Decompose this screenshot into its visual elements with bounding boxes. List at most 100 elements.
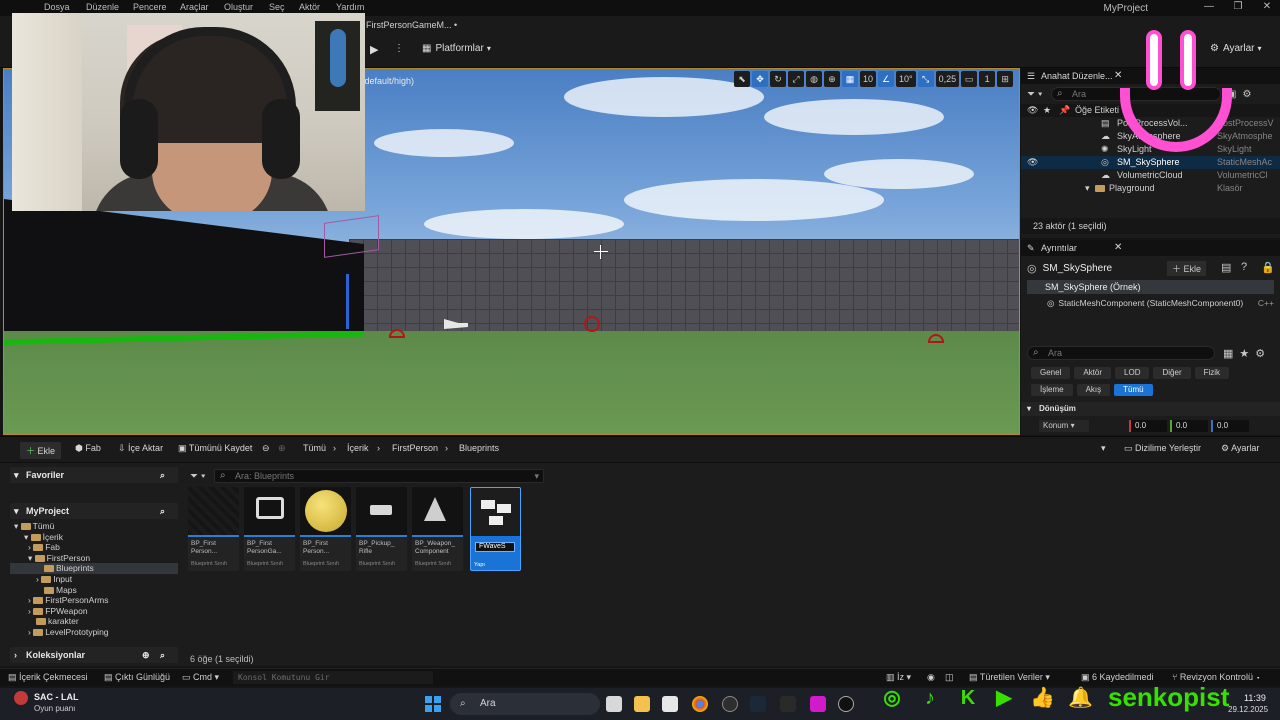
- asset-search-input[interactable]: ⌕ Ara: Blueprints ▾: [214, 469, 544, 483]
- instance-row[interactable]: SM_SkySphere (Örnek): [1027, 280, 1274, 294]
- search-icon[interactable]: ⌕: [160, 467, 165, 483]
- help-icon[interactable]: ?: [1241, 261, 1247, 273]
- gear-icon[interactable]: ⚙: [1242, 89, 1251, 100]
- menu-file[interactable]: Dosya: [44, 2, 70, 12]
- console-input[interactable]: Konsol Komutunu Gir: [233, 671, 433, 684]
- transform-section[interactable]: ▾ Dönüşüm: [1021, 402, 1280, 416]
- add-component-button[interactable]: ＋ Ekle: [1167, 261, 1207, 276]
- windows-start-icon[interactable]: [425, 696, 441, 712]
- translate-icon[interactable]: ✥: [752, 71, 768, 87]
- select-mode-icon[interactable]: ⬉: [734, 71, 750, 87]
- minimize-icon[interactable]: —: [1198, 1, 1220, 12]
- favorites-section[interactable]: ▾ Favoriler ⌕: [10, 467, 178, 483]
- surface-snap-icon[interactable]: ⊕: [824, 71, 840, 87]
- weather-title[interactable]: SAC - LAL: [34, 692, 79, 702]
- location-z-field[interactable]: 0.0: [1211, 420, 1249, 432]
- star-icon[interactable]: ★: [1239, 347, 1249, 360]
- asset-tile-selected[interactable]: FWaveS Yapı: [470, 487, 521, 571]
- folder-row[interactable]: › LevelPrototyping: [10, 627, 178, 638]
- rotate-icon[interactable]: ↻: [770, 71, 786, 87]
- eye-icon[interactable]: 👁: [1027, 104, 1038, 117]
- add-button[interactable]: ＋ Ekle: [20, 442, 62, 459]
- scale-icon[interactable]: ⤢: [788, 71, 804, 87]
- store-icon[interactable]: [662, 696, 678, 712]
- category-physics[interactable]: Fizik: [1194, 367, 1230, 379]
- breadcrumb-firstperson[interactable]: FirstPerson: [392, 443, 438, 453]
- category-rendering[interactable]: İşleme: [1031, 384, 1073, 396]
- folder-row[interactable]: karakter: [10, 616, 178, 627]
- menu-tools[interactable]: Araçlar: [180, 2, 209, 12]
- maximize-icon[interactable]: ❐: [1227, 1, 1249, 12]
- actor-name[interactable]: SM_SkySphere: [1043, 263, 1112, 274]
- trace-button[interactable]: ▥ İz ▾: [886, 672, 911, 683]
- close-icon[interactable]: ✕: [1114, 240, 1122, 256]
- details-search-input[interactable]: ⌕ Ara: [1027, 346, 1215, 360]
- import-button[interactable]: ⇩ İçe Aktar: [118, 443, 163, 454]
- more-options-icon[interactable]: ⋮: [394, 43, 404, 54]
- location-dropdown[interactable]: Konum ▾: [1039, 420, 1089, 432]
- folder-row[interactable]: Maps: [10, 585, 178, 596]
- play-icon[interactable]: ▶: [370, 43, 384, 57]
- filter-icon[interactable]: ⏷ ▾: [190, 471, 214, 482]
- asset-tile[interactable]: BP_Pickup_ Rifle Blueprint Sınıfı: [356, 487, 407, 571]
- scale-snap-value[interactable]: 0,25: [935, 71, 960, 87]
- location-x-field[interactable]: 0.0: [1129, 420, 1167, 432]
- forward-icon[interactable]: ⊕: [278, 443, 286, 454]
- app-icon[interactable]: [810, 696, 826, 712]
- rotation-snap-icon[interactable]: ∠: [878, 71, 895, 87]
- viewport-layout-icon[interactable]: ⊞: [997, 71, 1014, 87]
- folder-row[interactable]: ▾ İçerik: [10, 532, 178, 543]
- category-all[interactable]: Tümü: [1114, 384, 1153, 396]
- close-icon[interactable]: ✕: [1256, 1, 1278, 12]
- chevron-down-icon[interactable]: ▾: [1085, 182, 1090, 195]
- derived-data-button[interactable]: ▤ Türetilen Veriler ▾: [969, 672, 1050, 683]
- folder-row[interactable]: › FirstPersonArms: [10, 595, 178, 606]
- taskbar-search[interactable]: ⌕ Ara: [450, 693, 600, 715]
- asset-tile[interactable]: BP_First PersonGa... Blueprint Sınıfı: [244, 487, 295, 571]
- fab-button[interactable]: ⬢ Fab: [75, 443, 101, 454]
- target-actor[interactable]: [389, 329, 405, 338]
- lock-icon[interactable]: 🔒: [1261, 261, 1275, 274]
- component-row[interactable]: ◎ StaticMeshComponent (StaticMeshComponen…: [1027, 296, 1274, 310]
- folder-row[interactable]: ▾ FirstPerson: [10, 553, 178, 564]
- folder-row-selected[interactable]: Blueprints: [10, 563, 178, 574]
- epic-games-icon[interactable]: [780, 696, 796, 712]
- obs-icon[interactable]: [722, 696, 738, 712]
- unreal-engine-icon[interactable]: [838, 696, 854, 712]
- chevron-down-icon[interactable]: ▾: [1101, 443, 1106, 454]
- asset-tile[interactable]: BP_First Person... Blueprint Sınıfı: [188, 487, 239, 571]
- scale-snap-icon[interactable]: ⤡: [917, 71, 934, 87]
- camera-speed-icon[interactable]: ▭: [961, 71, 978, 87]
- menu-window[interactable]: Pencere: [133, 2, 167, 12]
- folder-row[interactable]: › Input: [10, 574, 178, 585]
- asset-tile[interactable]: BP_Weapon_ Component Blueprint Sınıfı: [412, 487, 463, 571]
- file-explorer-icon[interactable]: [634, 696, 650, 712]
- asset-tile[interactable]: BP_First Person... Blueprint Sınıfı: [300, 487, 351, 571]
- settings-button[interactable]: ⚙ Ayarlar ▾: [1210, 43, 1261, 54]
- rotation-snap-value[interactable]: 10°: [896, 71, 916, 87]
- search-icon[interactable]: ⌕: [160, 503, 165, 519]
- rename-field[interactable]: FWaveS: [475, 542, 515, 552]
- filter-icon[interactable]: ⏷ ▾: [1027, 89, 1051, 100]
- chrome-icon[interactable]: [692, 696, 708, 712]
- eye-icon[interactable]: 👁: [1027, 156, 1038, 169]
- breadcrumb-content[interactable]: İçerik: [347, 443, 369, 453]
- revision-control-button[interactable]: ⑂ Revizyon Kontrolü ▾: [1172, 672, 1261, 682]
- cmd-dropdown[interactable]: ▭ Cmd ▾: [182, 672, 219, 683]
- target-actor[interactable]: [928, 334, 944, 343]
- folder-row[interactable]: ▾ Tümü: [10, 521, 178, 532]
- project-section[interactable]: ▾ MyProject ⌕: [10, 503, 178, 519]
- outliner-row[interactable]: ☁ VolumetricCloud VolumetricCl: [1021, 169, 1280, 182]
- back-icon[interactable]: ⊖: [262, 443, 270, 454]
- breadcrumb-blueprints[interactable]: Blueprints: [459, 443, 499, 453]
- collections-section[interactable]: › Koleksiyonlar ⊕ ⌕: [10, 647, 178, 663]
- close-icon[interactable]: ✕: [1114, 68, 1122, 84]
- folder-row[interactable]: › FPWeapon: [10, 606, 178, 617]
- category-general[interactable]: Genel: [1031, 367, 1071, 379]
- cb-settings-button[interactable]: ⚙ Ayarlar: [1221, 443, 1259, 454]
- pin-icon[interactable]: 📌: [1059, 104, 1070, 117]
- grid-view-icon[interactable]: ▦: [1223, 347, 1233, 360]
- menu-select[interactable]: Seç: [269, 2, 285, 12]
- content-drawer-button[interactable]: ▤ İçerik Çekmecesi: [8, 672, 88, 683]
- grid-snap-icon[interactable]: ▦: [842, 71, 858, 87]
